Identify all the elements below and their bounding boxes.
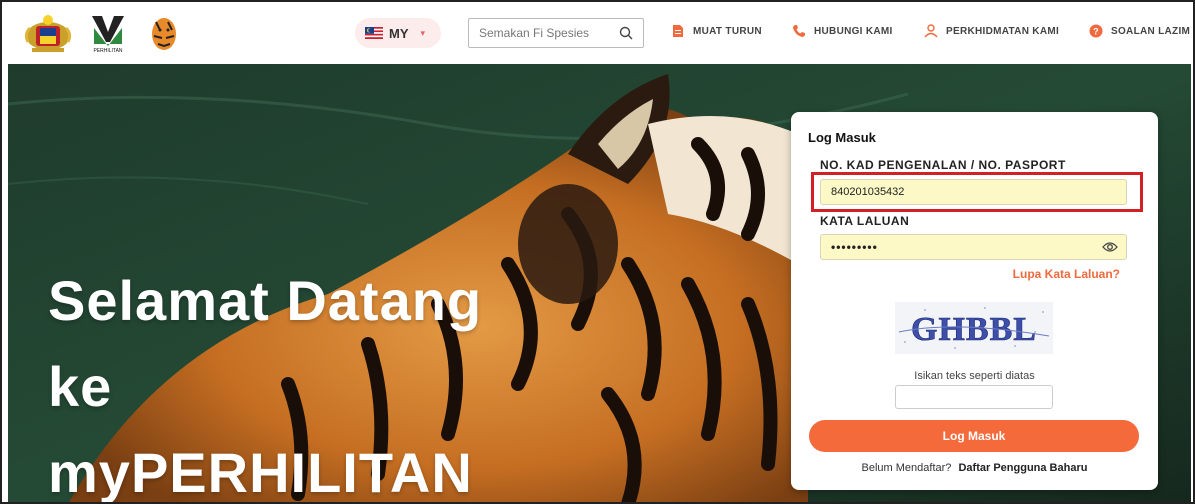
welcome-line-2: ke — [48, 355, 113, 418]
perhilitan-logo-text: PERHILITAN — [93, 48, 122, 54]
svg-text:?: ? — [1093, 27, 1099, 37]
nav-hubungi-kami-label: HUBUNGI KAMI — [814, 25, 893, 37]
captcha-field-wrapper — [895, 385, 1053, 409]
password-input[interactable] — [831, 240, 1126, 254]
language-code: MY — [389, 25, 409, 41]
chevron-down-icon: ▾ — [420, 27, 426, 38]
password-field-wrapper — [820, 234, 1127, 260]
welcome-line-3: myPERHILITAN — [48, 441, 473, 504]
question-icon: ? — [1089, 24, 1103, 38]
language-selector[interactable]: MY ▾ — [355, 18, 441, 48]
phone-icon — [793, 25, 805, 37]
species-search-input[interactable] — [479, 26, 609, 40]
eye-icon[interactable] — [1102, 241, 1118, 253]
nav-soalan-lazim[interactable]: ? SOALAN LAZIM — [1089, 24, 1190, 38]
ic-field-wrapper — [820, 179, 1127, 205]
person-service-icon — [924, 24, 938, 38]
nav-hubungi-kami[interactable]: HUBUNGI KAMI — [792, 24, 893, 38]
ic-label: NO. KAD PENGENALAN / NO. PASPORT — [820, 158, 1066, 172]
register-link[interactable]: Daftar Pengguna Baharu — [958, 462, 1087, 474]
document-icon — [673, 25, 683, 37]
login-button[interactable]: Log Masuk — [809, 420, 1139, 452]
password-label: KATA LALUAN — [820, 214, 910, 228]
top-navbar: PERHILITAN MY ▾ Semakan Fi Spesies MUAT … — [2, 2, 1193, 64]
tiger-mascot-logo[interactable] — [148, 12, 180, 54]
perhilitan-logo[interactable]: PERHILITAN — [88, 12, 128, 54]
welcome-line-1: Selamat Datang — [48, 269, 483, 332]
nav-muat-turun[interactable]: MUAT TURUN — [671, 24, 762, 38]
nav-muat-turun-label: MUAT TURUN — [693, 25, 762, 37]
captcha-image: GHBBL — [895, 302, 1053, 354]
nav-soalan-lazim-label: SOALAN LAZIM — [1111, 25, 1191, 37]
captcha-text: GHBBL — [911, 311, 1037, 348]
jata-negara-logo[interactable] — [22, 12, 74, 54]
captcha-input[interactable] — [896, 386, 1052, 408]
forgot-password-link[interactable]: Lupa Kata Laluan? — [1013, 267, 1120, 281]
app-frame: PERHILITAN MY ▾ Semakan Fi Spesies MUAT … — [0, 0, 1195, 504]
nav-perkhidmatan-kami[interactable]: PERKHIDMATAN KAMI — [924, 24, 1059, 38]
captcha-hint: Isikan teks seperti diatas — [914, 370, 1035, 382]
ic-input[interactable] — [831, 186, 1126, 198]
login-card: Log Masuk NO. KAD PENGENALAN / NO. PASPO… — [791, 112, 1158, 490]
register-prompt: Belum Mendaftar? — [861, 462, 952, 474]
malaysia-flag-icon — [365, 27, 383, 39]
register-row: Belum Mendaftar? Daftar Pengguna Baharu — [791, 462, 1158, 474]
nav-perkhidmatan-kami-label: PERKHIDMATAN KAMI — [946, 25, 1060, 37]
species-search — [468, 18, 644, 48]
search-icon[interactable] — [619, 26, 633, 40]
login-title: Log Masuk — [808, 130, 876, 145]
